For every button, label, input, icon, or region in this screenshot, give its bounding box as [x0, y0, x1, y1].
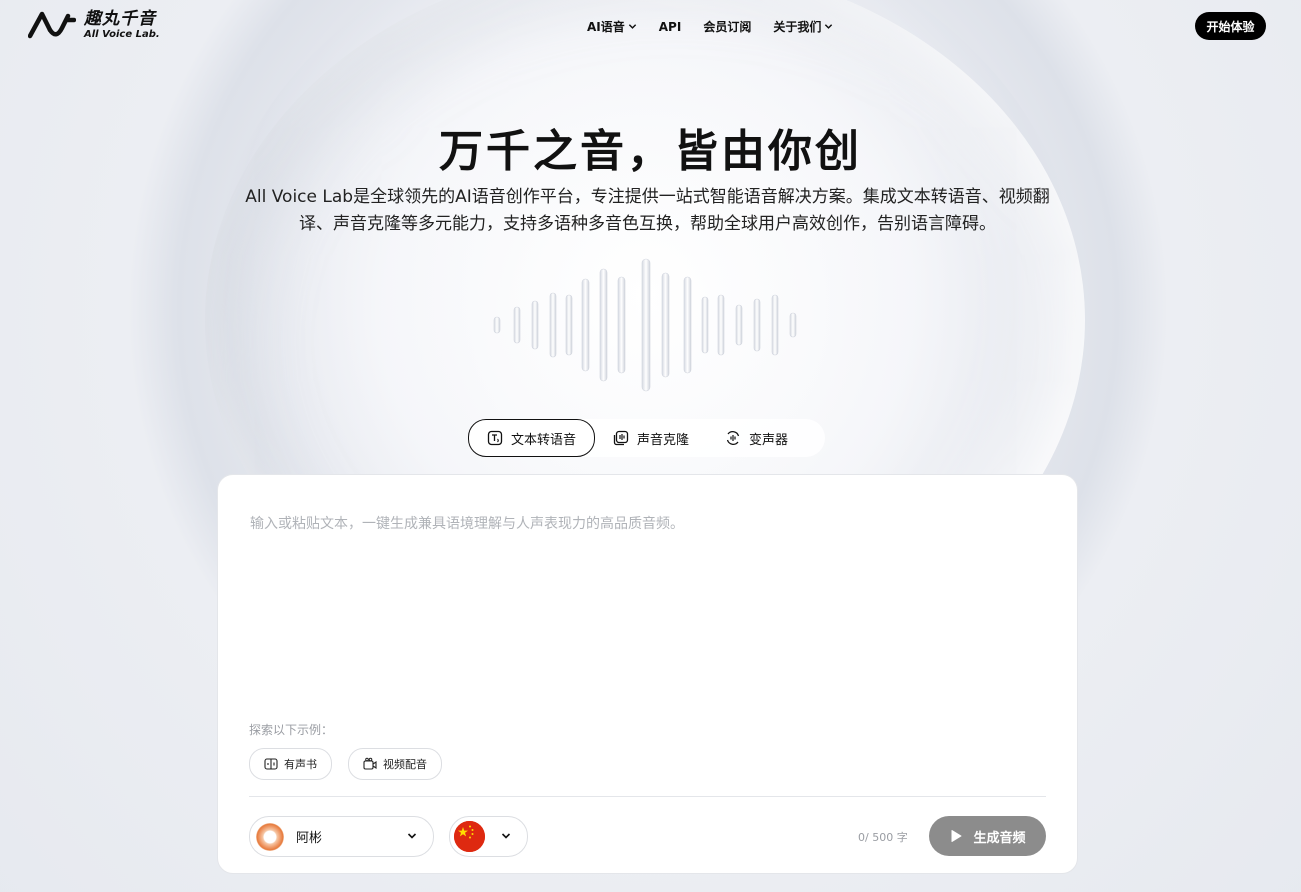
- language-select[interactable]: [449, 816, 528, 857]
- chevron-down-icon: [628, 24, 636, 29]
- character-counter: 0/ 500 字: [858, 831, 908, 844]
- menu-item-label: AI语音: [587, 20, 625, 34]
- text-to-speech-icon: [487, 430, 503, 446]
- voice-name: 阿彬: [296, 831, 323, 846]
- video-dubbing-icon: [363, 757, 377, 770]
- top-nav: 趣丸千音 All Voice Lab. AI语音 API 会员订阅 关于我们 开…: [0, 0, 1301, 52]
- logo-en: All Voice Lab.: [84, 28, 160, 40]
- example-chips: 有声书 视频配音: [249, 748, 442, 780]
- generate-audio-button[interactable]: 生成音频: [929, 816, 1046, 856]
- tab-voice-changer[interactable]: 变声器: [707, 420, 806, 456]
- play-icon: [951, 830, 962, 842]
- main-menu: AI语音 API 会员订阅 关于我们: [587, 18, 833, 35]
- logo-text: 趣丸千音 All Voice Lab.: [84, 8, 160, 40]
- menu-item-about[interactable]: 关于我们: [773, 18, 833, 35]
- hero-title: 万千之音，皆由你创: [439, 126, 862, 177]
- tab-voice-clone[interactable]: 声音克隆: [595, 420, 707, 456]
- chevron-down-icon: [501, 833, 511, 839]
- sound-wave-icon: [493, 258, 797, 392]
- menu-item-api[interactable]: API: [659, 18, 682, 35]
- menu-item-subscription[interactable]: 会员订阅: [703, 18, 751, 35]
- voice-clone-icon: [613, 430, 629, 446]
- hero-subtitle: All Voice Lab是全球领先的AI语音创作平台，专注提供一站式智能语音解…: [245, 187, 1050, 234]
- menu-item-ai-voice[interactable]: AI语音: [587, 18, 637, 35]
- tab-label: 变声器: [749, 432, 789, 448]
- divider: [249, 796, 1046, 797]
- voice-select[interactable]: 阿彬: [249, 816, 434, 857]
- logo[interactable]: 趣丸千音 All Voice Lab.: [28, 10, 160, 40]
- audiobook-icon: [264, 758, 278, 770]
- tts-editor-card: 探索以下示例： 有声书 视频配音 阿彬: [217, 474, 1078, 874]
- menu-item-label: API: [658, 19, 682, 34]
- logo-cn: 趣丸千音: [84, 8, 156, 29]
- feature-tabs: 文本转语音 声音克隆 变声器: [468, 419, 825, 457]
- chevron-down-icon: [825, 24, 833, 29]
- logo-mark-icon: [28, 11, 76, 39]
- tab-label: 文本转语音: [511, 432, 577, 448]
- generate-label: 生成音频: [973, 830, 1026, 846]
- chip-label: 视频配音: [383, 758, 427, 771]
- voice-avatar: [256, 822, 284, 851]
- start-experience-button[interactable]: 开始体验: [1195, 12, 1266, 40]
- china-flag-icon: [454, 821, 485, 852]
- example-chip-video-dubbing[interactable]: 视频配音: [348, 748, 442, 780]
- explore-label: 探索以下示例：: [249, 723, 334, 737]
- chevron-down-icon: [407, 833, 417, 839]
- menu-item-label: 会员订阅: [703, 20, 752, 34]
- menu-item-label: 关于我们: [773, 20, 822, 34]
- example-chip-audiobook[interactable]: 有声书: [249, 748, 332, 780]
- tab-text-to-speech[interactable]: 文本转语音: [468, 419, 596, 457]
- voice-changer-icon: [726, 431, 740, 445]
- text-input[interactable]: [248, 511, 1042, 695]
- chip-label: 有声书: [284, 758, 317, 771]
- tab-label: 声音克隆: [637, 432, 690, 448]
